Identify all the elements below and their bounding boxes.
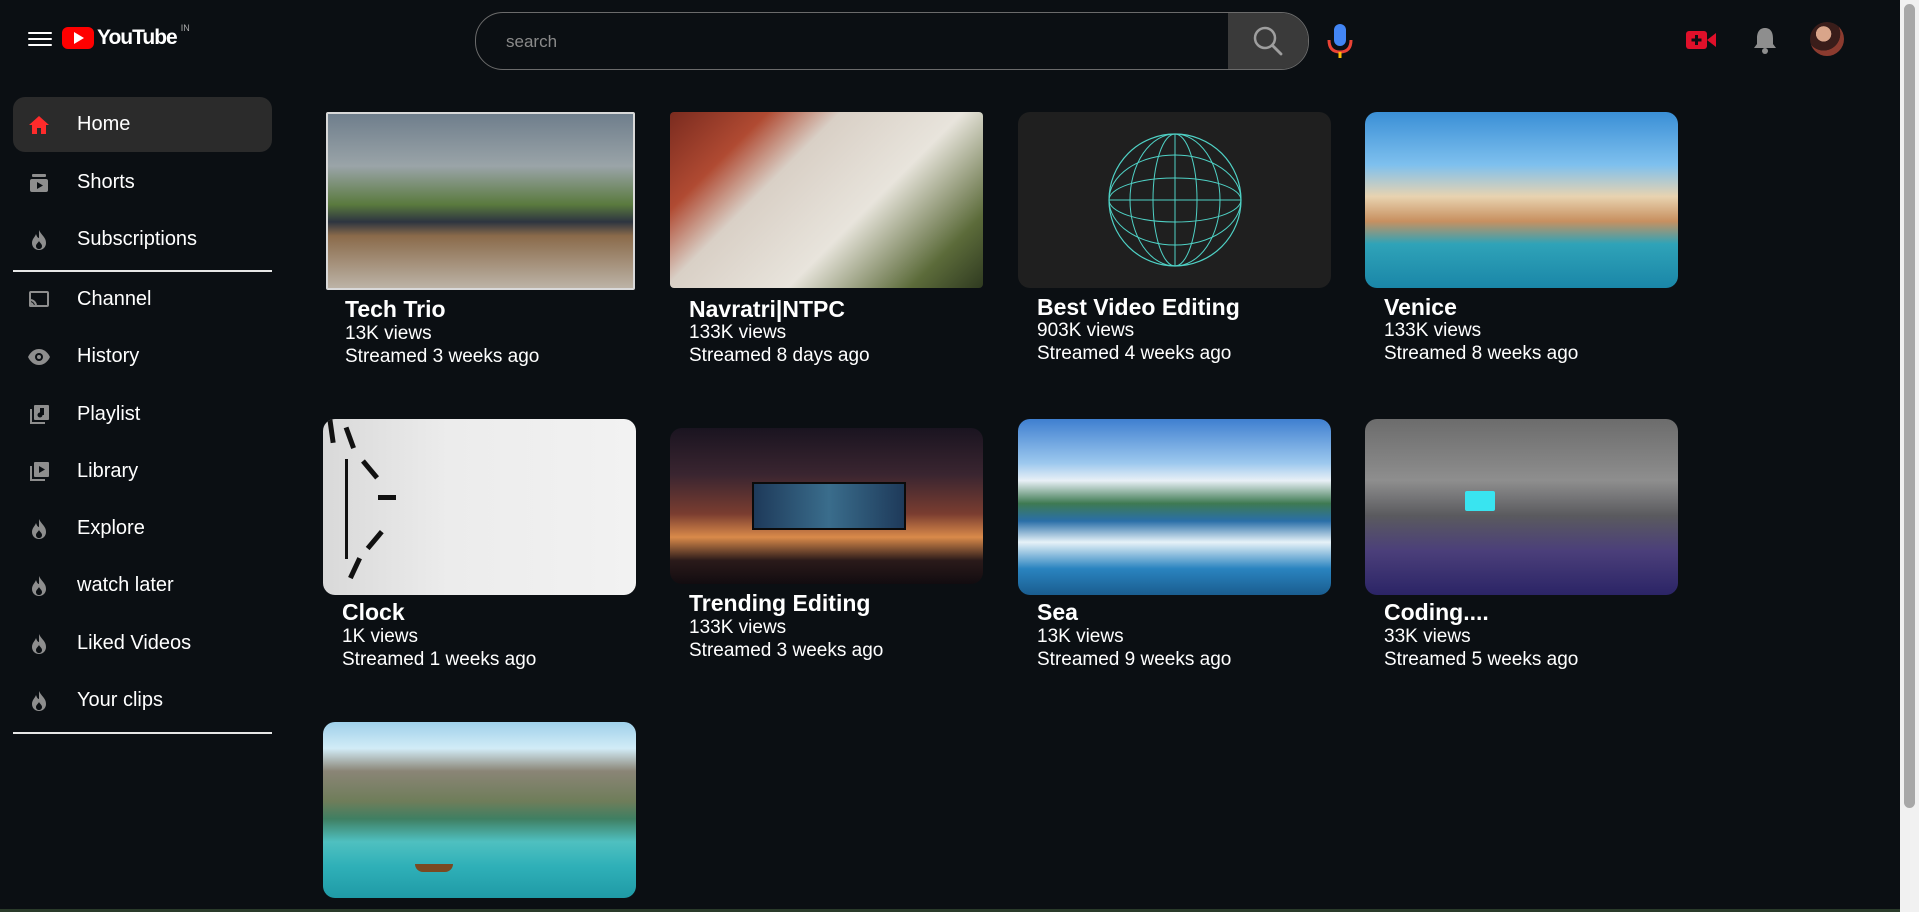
wireframe-sphere-graphic xyxy=(1107,133,1242,267)
video-card[interactable]: Trending Editing 133K views Streamed 3 w… xyxy=(670,428,983,688)
sidebar-item-explore[interactable]: Explore xyxy=(13,501,272,556)
video-streamed: Streamed 8 days ago xyxy=(689,345,870,366)
video-title[interactable]: Tech Trio xyxy=(345,296,446,323)
sidebar-item-playlist[interactable]: Playlist xyxy=(13,387,272,442)
video-title[interactable]: Best Video Editing xyxy=(1037,294,1240,321)
scrollbar-thumb[interactable] xyxy=(1904,4,1915,808)
video-card[interactable]: Clock 1K views Streamed 1 weeks ago xyxy=(323,419,636,679)
video-views: 903K views xyxy=(1037,320,1135,341)
sidebar-item-label: Your clips xyxy=(77,689,163,711)
video-streamed: Streamed 8 weeks ago xyxy=(1384,343,1579,364)
sidebar-item-label: watch later xyxy=(77,574,174,596)
video-views: 133K views xyxy=(689,322,787,343)
mic-icon[interactable] xyxy=(1325,22,1355,60)
video-views: 13K views xyxy=(345,323,432,344)
sidebar-item-label: Liked Videos xyxy=(77,632,192,654)
video-streamed: Streamed 9 weeks ago xyxy=(1037,649,1232,670)
sidebar-item-liked-videos[interactable]: Liked Videos xyxy=(13,616,272,671)
sidebar-item-label: Library xyxy=(77,460,139,482)
video-thumbnail[interactable] xyxy=(1365,112,1678,288)
search-icon xyxy=(1253,26,1283,56)
eye-icon xyxy=(28,348,50,365)
cast-icon xyxy=(29,290,49,307)
avatar[interactable] xyxy=(1810,22,1844,56)
video-card[interactable]: Tech Trio 13K views Streamed 3 weeks ago xyxy=(326,112,639,372)
scrollbar[interactable] xyxy=(1900,0,1919,912)
menu-icon[interactable] xyxy=(28,28,52,50)
sidebar-item-label: Playlist xyxy=(77,403,141,425)
video-card[interactable]: Coding.... 33K views Streamed 5 weeks ag… xyxy=(1365,419,1678,679)
video-thumbnail[interactable] xyxy=(323,419,636,595)
create-video-icon[interactable] xyxy=(1685,28,1717,52)
video-thumbnail[interactable] xyxy=(1018,419,1331,595)
video-views: 33K views xyxy=(1384,626,1471,647)
top-bar: YouTube IN xyxy=(0,0,1900,80)
sidebar-item-history[interactable]: History xyxy=(13,329,272,384)
sidebar-item-watch-later[interactable]: watch later xyxy=(13,558,272,613)
search-input[interactable] xyxy=(504,13,1268,69)
video-title[interactable]: Sea xyxy=(1037,599,1078,626)
video-views: 133K views xyxy=(1384,320,1482,341)
video-card[interactable] xyxy=(323,722,636,900)
home-icon xyxy=(29,115,49,134)
sidebar-item-label: Channel xyxy=(77,288,152,310)
youtube-logo[interactable]: YouTube IN xyxy=(62,23,190,50)
sidebar-item-label: Subscriptions xyxy=(77,228,198,250)
flame-icon xyxy=(32,633,46,654)
video-streamed: Streamed 5 weeks ago xyxy=(1384,649,1579,670)
sidebar-item-library[interactable]: Library xyxy=(13,444,272,499)
video-streamed: Streamed 4 weeks ago xyxy=(1037,343,1232,364)
video-views: 1K views xyxy=(342,626,419,647)
flame-icon xyxy=(32,690,46,711)
sidebar-item-shorts[interactable]: Shorts xyxy=(13,155,272,210)
video-streamed: Streamed 3 weeks ago xyxy=(345,346,540,367)
sidebar-item-subscriptions[interactable]: Subscriptions xyxy=(13,212,272,267)
video-thumbnail[interactable] xyxy=(1365,419,1678,595)
sidebar-item-channel[interactable]: Channel xyxy=(13,272,272,327)
video-views: 13K views xyxy=(1037,626,1124,647)
video-title[interactable]: Navratri|NTPC xyxy=(689,296,845,323)
video-streamed: Streamed 1 weeks ago xyxy=(342,649,537,670)
sidebar-item-label: Explore xyxy=(77,517,145,539)
sidebar-item-home[interactable]: Home xyxy=(13,97,272,152)
video-title[interactable]: Coding.... xyxy=(1384,599,1489,626)
search-button[interactable] xyxy=(1228,13,1308,69)
clock-graphic xyxy=(327,419,396,580)
video-title[interactable]: Trending Editing xyxy=(689,590,870,617)
video-card[interactable]: Sea 13K views Streamed 9 weeks ago xyxy=(1018,419,1331,679)
video-card[interactable]: Venice 133K views Streamed 8 weeks ago xyxy=(1365,112,1678,372)
sidebar-item-label: Home xyxy=(77,113,131,135)
video-thumbnail[interactable] xyxy=(326,112,635,290)
sidebar-item-label: History xyxy=(77,345,140,367)
shorts-icon xyxy=(30,173,48,192)
video-card[interactable]: Navratri|NTPC 133K views Streamed 8 days… xyxy=(670,112,983,372)
sidebar-item-your-clips[interactable]: Your clips xyxy=(13,673,272,728)
flame-icon xyxy=(32,575,46,596)
play-logo-icon xyxy=(62,27,94,49)
notification-bell-icon[interactable] xyxy=(1752,26,1778,54)
video-streamed: Streamed 3 weeks ago xyxy=(689,640,884,661)
video-thumbnail[interactable] xyxy=(1018,112,1331,288)
video-title[interactable]: Venice xyxy=(1384,294,1457,321)
flame-icon xyxy=(32,229,46,250)
video-card[interactable]: Best Video Editing 903K views Streamed 4… xyxy=(1018,112,1331,372)
monitor-graphic xyxy=(752,482,906,530)
laptop-screen-graphic xyxy=(1465,491,1495,511)
search-bar xyxy=(475,12,1309,70)
video-thumbnail[interactable] xyxy=(670,112,983,288)
sidebar-divider xyxy=(13,732,272,734)
logo-text: YouTube xyxy=(97,26,178,49)
boat-graphic xyxy=(415,864,453,872)
video-thumbnail[interactable] xyxy=(323,722,636,898)
library-icon xyxy=(30,461,49,481)
video-title[interactable]: Clock xyxy=(342,599,405,626)
flame-icon xyxy=(32,518,46,539)
playlist-icon xyxy=(30,404,49,424)
sidebar-item-label: Shorts xyxy=(77,171,135,193)
video-thumbnail[interactable] xyxy=(670,428,983,584)
video-views: 133K views xyxy=(689,617,787,638)
region-code: IN xyxy=(180,23,190,33)
